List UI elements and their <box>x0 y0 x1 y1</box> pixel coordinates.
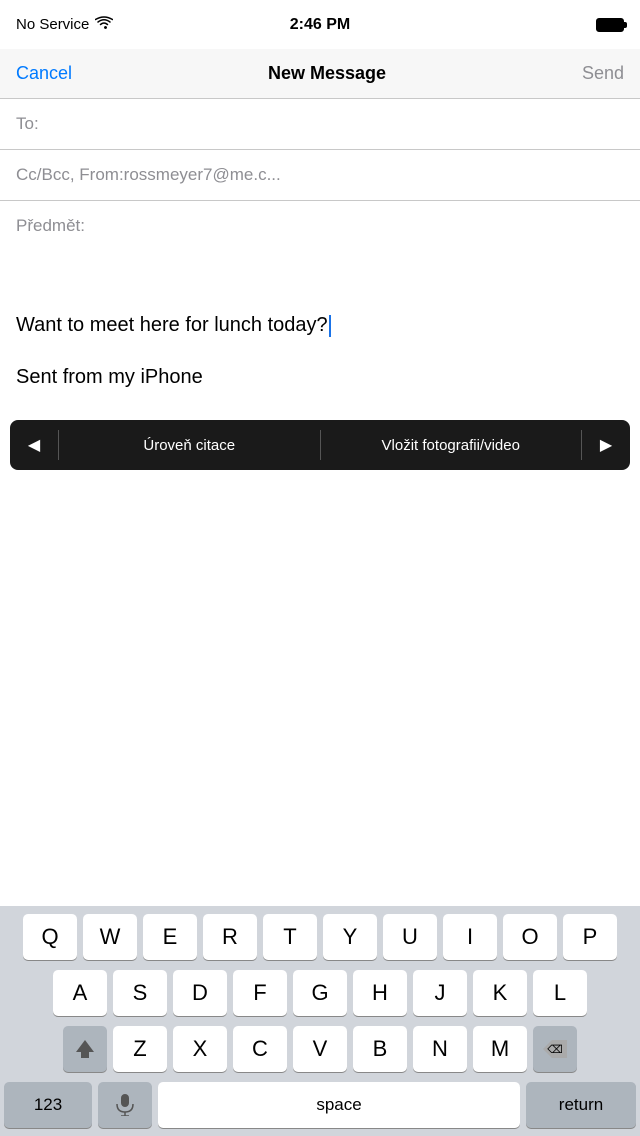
context-quote-level-button[interactable]: Úroveň citace <box>59 420 320 470</box>
context-next-button[interactable]: ▶ <box>582 420 630 470</box>
ccbcc-value: rossmeyer7@me.c... <box>124 165 624 185</box>
key-j[interactable]: J <box>413 970 467 1016</box>
to-label: To: <box>16 114 66 134</box>
subject-label: Předmět: <box>16 216 85 236</box>
key-b[interactable]: B <box>353 1026 407 1072</box>
key-f[interactable]: F <box>233 970 287 1016</box>
keyboard: Q W E R T Y U I O P A S D F G H J K L Z … <box>0 906 640 1136</box>
key-c[interactable]: C <box>233 1026 287 1072</box>
ccbcc-label: Cc/Bcc, From: <box>16 165 124 185</box>
key-123[interactable]: 123 <box>4 1082 92 1128</box>
space-key[interactable]: space <box>158 1082 520 1128</box>
text-cursor <box>329 315 331 337</box>
key-s[interactable]: S <box>113 970 167 1016</box>
return-key[interactable]: return <box>526 1082 636 1128</box>
subject-field-row[interactable]: Předmět: <box>0 201 640 251</box>
key-w[interactable]: W <box>83 914 137 960</box>
body-text: Want to meet here for lunch today? <box>16 314 331 336</box>
shift-key[interactable] <box>63 1026 107 1072</box>
send-button[interactable]: Send <box>582 63 624 84</box>
keyboard-row-4: 123 space return <box>4 1082 636 1128</box>
nav-bar: Cancel New Message Send <box>0 49 640 99</box>
key-u[interactable]: U <box>383 914 437 960</box>
keyboard-row-2: A S D F G H J K L <box>4 970 636 1016</box>
battery-icon <box>596 18 624 32</box>
key-p[interactable]: P <box>563 914 617 960</box>
key-a[interactable]: A <box>53 970 107 1016</box>
key-k[interactable]: K <box>473 970 527 1016</box>
key-y[interactable]: Y <box>323 914 377 960</box>
mic-key[interactable] <box>98 1082 152 1128</box>
ccbcc-field-row[interactable]: Cc/Bcc, From: rossmeyer7@me.c... <box>0 150 640 200</box>
status-left: No Service <box>16 16 216 34</box>
signature-text: Sent from my iPhone <box>0 347 640 399</box>
key-n[interactable]: N <box>413 1026 467 1072</box>
status-right <box>424 18 624 32</box>
key-i[interactable]: I <box>443 914 497 960</box>
key-m[interactable]: M <box>473 1026 527 1072</box>
carrier-label: No Service <box>16 16 89 33</box>
key-v[interactable]: V <box>293 1026 347 1072</box>
key-r[interactable]: R <box>203 914 257 960</box>
context-prev-button[interactable]: ◀ <box>10 420 58 470</box>
wifi-icon <box>95 16 113 34</box>
status-bar: No Service 2:46 PM <box>0 0 640 49</box>
context-insert-photo-button[interactable]: Vložit fotografii/video <box>321 420 582 470</box>
context-menu-toolbar: ◀ Úroveň citace Vložit fotografii/video … <box>10 420 630 470</box>
cancel-button[interactable]: Cancel <box>16 63 72 84</box>
nav-title: New Message <box>268 63 386 84</box>
key-g[interactable]: G <box>293 970 347 1016</box>
key-t[interactable]: T <box>263 914 317 960</box>
key-e[interactable]: E <box>143 914 197 960</box>
key-q[interactable]: Q <box>23 914 77 960</box>
to-field-row[interactable]: To: <box>0 99 640 149</box>
key-o[interactable]: O <box>503 914 557 960</box>
key-h[interactable]: H <box>353 970 407 1016</box>
key-x[interactable]: X <box>173 1026 227 1072</box>
keyboard-row-1: Q W E R T Y U I O P <box>4 914 636 960</box>
delete-key[interactable]: ⌫ <box>533 1026 577 1072</box>
svg-text:⌫: ⌫ <box>547 1044 563 1056</box>
key-z[interactable]: Z <box>113 1026 167 1072</box>
key-d[interactable]: D <box>173 970 227 1016</box>
keyboard-row-3: Z X C V B N M ⌫ <box>4 1026 636 1072</box>
status-time: 2:46 PM <box>290 16 350 34</box>
key-l[interactable]: L <box>533 970 587 1016</box>
body-area[interactable]: Want to meet here for lunch today? <box>0 251 640 347</box>
